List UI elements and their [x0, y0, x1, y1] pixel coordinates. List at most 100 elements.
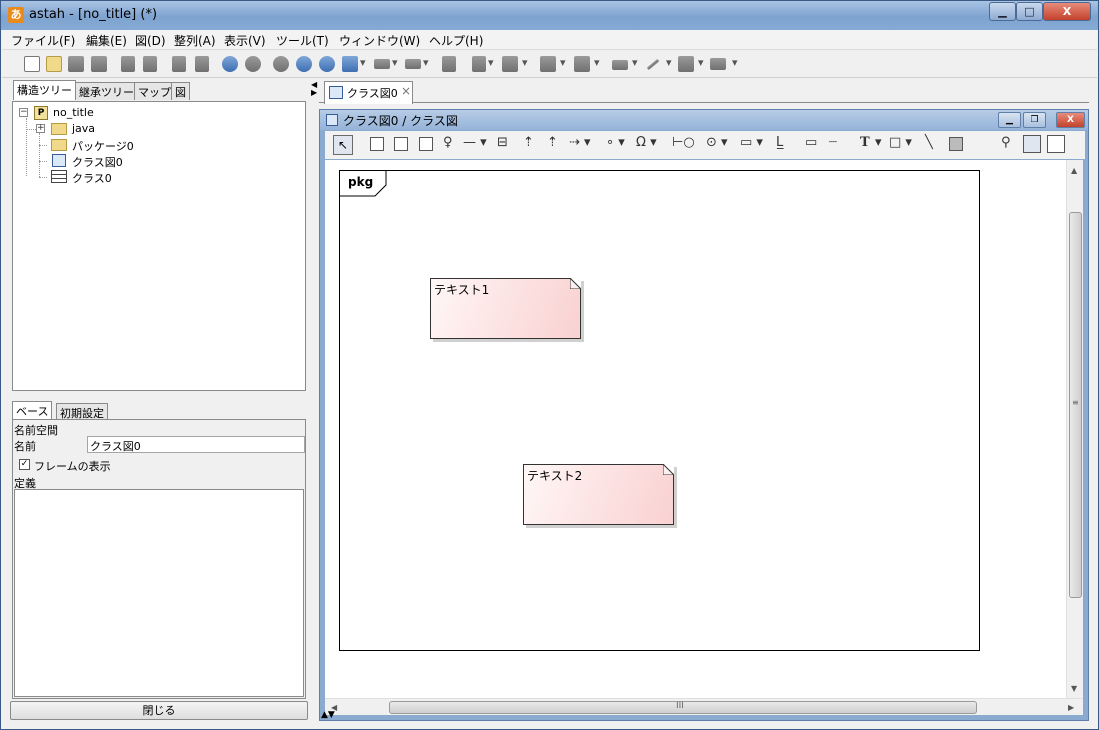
menu-window[interactable]: ウィンドウ(W): [339, 32, 420, 49]
paste-icon[interactable]: [143, 56, 157, 72]
open-folder-icon[interactable]: [46, 56, 62, 72]
horizontal-scrollbar[interactable]: ◀ III ▶: [325, 698, 1083, 715]
select-tool-icon[interactable]: ↖: [333, 135, 353, 155]
title-bar[interactable]: あ astah - [no_title] (*) ▁ □ X: [1, 1, 1098, 30]
distribute-icon[interactable]: [710, 58, 726, 70]
interface-tool-icon[interactable]: ♀: [443, 135, 453, 150]
class-tool-icon[interactable]: [370, 137, 384, 151]
pen-tool-icon[interactable]: [1047, 135, 1065, 153]
save-icon[interactable]: [68, 56, 84, 72]
zoom-icon[interactable]: [273, 56, 289, 72]
back-dropdown-icon[interactable]: ▾: [392, 56, 398, 69]
snap-tool-icon[interactable]: [1023, 135, 1041, 153]
tab-diagram[interactable]: 図: [171, 82, 190, 100]
close-tab-icon[interactable]: ×: [401, 84, 411, 98]
fill-color-icon[interactable]: [574, 56, 590, 72]
print-icon[interactable]: [91, 56, 107, 72]
tab-map[interactable]: マップ: [134, 82, 175, 100]
bottom-splitter-arrows-icon[interactable]: ▲▼: [321, 711, 335, 720]
scroll-right-icon[interactable]: ▶: [1068, 703, 1074, 712]
diagram-title-bar[interactable]: クラス図0 / クラス図 ▁ ❐ X: [320, 110, 1088, 130]
tree-item-root[interactable]: − P no_title: [19, 105, 219, 121]
forward-icon[interactable]: [405, 59, 421, 69]
subsystem-tool-icon[interactable]: [419, 137, 433, 151]
arrange-dropdown-icon[interactable]: ▾: [560, 56, 566, 69]
image-tool-icon[interactable]: [949, 137, 963, 151]
new-file-icon[interactable]: [24, 56, 40, 72]
dependency-tool-icon[interactable]: ⇢ ▾: [569, 135, 591, 150]
tree-layout-dropdown-icon[interactable]: ▾: [698, 56, 704, 69]
menu-diagram[interactable]: 図(D): [135, 32, 166, 49]
fit-icon[interactable]: [342, 56, 358, 72]
pan-tool-icon[interactable]: ⚲: [1001, 135, 1011, 150]
tree-item-class0[interactable]: クラス0: [51, 169, 231, 185]
align-left-icon[interactable]: [502, 56, 518, 72]
menu-help[interactable]: ヘルプ(H): [429, 32, 483, 49]
tree-layout-icon[interactable]: [678, 56, 694, 72]
vertical-scroll-thumb[interactable]: ≡: [1069, 212, 1082, 598]
text-dropdown-icon[interactable]: ▾: [875, 135, 882, 150]
boundary-tool-icon[interactable]: ⊢○: [672, 135, 695, 150]
diagram-restore-button[interactable]: ❐: [1023, 112, 1046, 128]
align-left-dropdown-icon[interactable]: ▾: [522, 56, 528, 69]
definition-textarea[interactable]: [14, 489, 304, 697]
rectangle-tool-icon[interactable]: □ ▾: [889, 135, 912, 150]
maximize-button[interactable]: □: [1016, 2, 1043, 21]
forward-dropdown-icon[interactable]: ▾: [423, 56, 429, 69]
back-icon[interactable]: [374, 59, 390, 69]
note-element[interactable]: テキスト1: [430, 278, 581, 339]
zoom-out-icon[interactable]: [319, 56, 335, 72]
layout-icon[interactable]: [442, 56, 456, 72]
delete-icon[interactable]: [195, 56, 209, 72]
control-tool-icon[interactable]: ⊙ ▾: [706, 135, 728, 150]
zoom-in-icon[interactable]: [296, 56, 312, 72]
line-color-dropdown-icon[interactable]: ▾: [632, 56, 638, 69]
menu-file[interactable]: ファイル(F): [11, 32, 75, 49]
menu-view[interactable]: 表示(V): [224, 32, 266, 49]
tab-inheritance-tree[interactable]: 継承ツリー: [75, 82, 138, 100]
template-binding-tool-icon[interactable]: Ω ▾: [636, 135, 657, 150]
distribute-dropdown-icon[interactable]: ▾: [732, 56, 738, 69]
fill-color-dropdown-icon[interactable]: ▾: [594, 56, 600, 69]
name-field[interactable]: クラス図0: [87, 436, 305, 453]
association-class-tool-icon[interactable]: ⊟: [497, 135, 508, 150]
copy-icon[interactable]: [121, 56, 135, 72]
collapse-toggle-icon[interactable]: −: [19, 108, 28, 117]
arrange-icon[interactable]: [540, 56, 556, 72]
copy2-icon[interactable]: [172, 56, 186, 72]
text-tool-icon[interactable]: T: [860, 135, 870, 150]
fit-dropdown-icon[interactable]: ▾: [360, 56, 366, 69]
line-color-icon[interactable]: [612, 60, 628, 70]
entity-tool-icon[interactable]: ▭ ▾: [740, 135, 763, 150]
menu-tools[interactable]: ツール(T): [276, 32, 329, 49]
generalization-tool-icon[interactable]: ⇡: [523, 135, 534, 150]
nested-tool-icon[interactable]: ∘ ▾: [606, 135, 625, 150]
scroll-down-icon[interactable]: ▼: [1071, 684, 1077, 693]
tree-item-java[interactable]: + java: [36, 121, 216, 137]
expand-toggle-icon[interactable]: +: [36, 124, 45, 133]
diagram-close-button[interactable]: X: [1056, 112, 1085, 128]
tab-base[interactable]: ベース: [12, 401, 53, 421]
splitter-arrow-icon[interactable]: ◀ ▶: [311, 81, 317, 97]
minimize-button[interactable]: ▁: [989, 2, 1016, 21]
attribute-tool-icon[interactable]: L̲: [776, 135, 783, 150]
align-top-icon[interactable]: [472, 56, 486, 72]
undo-icon[interactable]: [222, 56, 238, 72]
line-tool-icon[interactable]: ╲: [925, 135, 933, 150]
realization-tool-icon[interactable]: ⇡: [547, 135, 558, 150]
edge-icon[interactable]: [646, 58, 660, 71]
association-tool-icon[interactable]: — ▾: [463, 135, 487, 150]
vertical-scrollbar[interactable]: ▲ ≡ ▼: [1066, 160, 1083, 698]
tab-structure-tree[interactable]: 構造ツリー: [13, 80, 76, 100]
tab-class-diagram0[interactable]: クラス図0 ×: [324, 81, 413, 104]
package-tool-icon[interactable]: [394, 137, 408, 151]
menu-edit[interactable]: 編集(E): [86, 32, 127, 49]
diagram-minimize-button[interactable]: ▁: [998, 112, 1021, 128]
horizontal-scroll-thumb[interactable]: III: [389, 701, 977, 714]
tree-item-package0[interactable]: パッケージ0: [51, 137, 231, 153]
align-top-dropdown-icon[interactable]: ▾: [488, 56, 494, 69]
tree-item-class-diagram0[interactable]: クラス図0: [51, 153, 231, 169]
redo-icon[interactable]: [245, 56, 261, 72]
diagram-canvas[interactable]: pkg テキスト1 テキスト2: [325, 160, 1066, 698]
note-tool-icon[interactable]: ▭: [805, 135, 817, 150]
